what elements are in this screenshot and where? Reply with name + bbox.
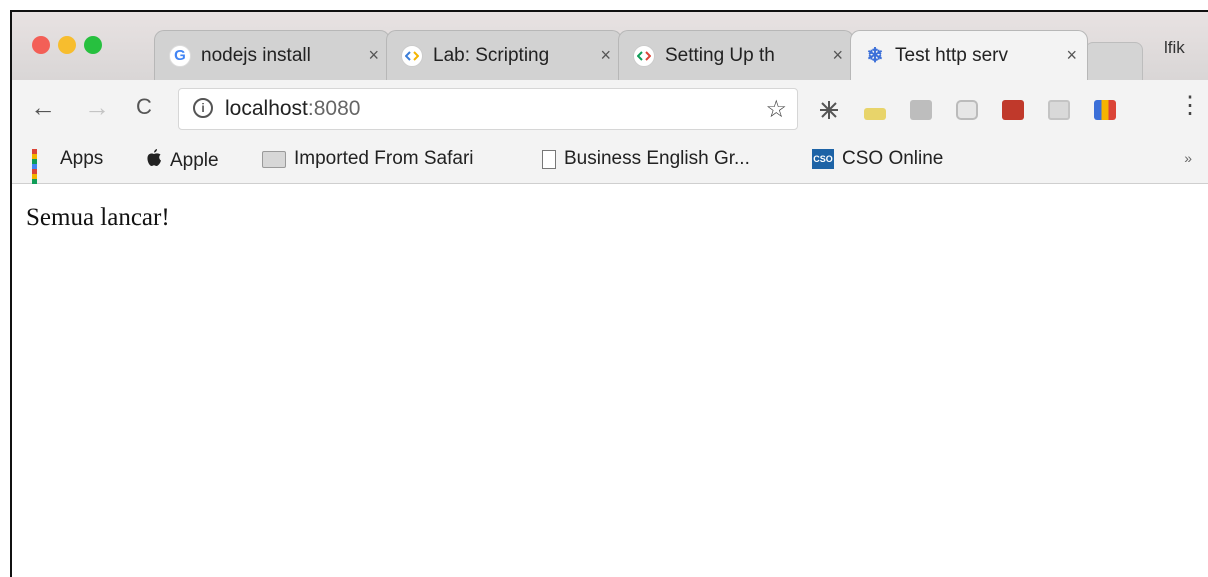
extension-evernote-icon[interactable] — [910, 100, 932, 120]
snowflake-icon: ❄ — [866, 45, 884, 67]
tab-title: Setting Up th — [665, 44, 775, 66]
bookmark-apple[interactable]: Apple — [146, 148, 219, 173]
bookmark-label: Imported From Safari — [294, 148, 474, 169]
apple-icon — [146, 148, 162, 173]
address-bar[interactable]: i localhost:8080 ☆ — [178, 88, 798, 130]
bookmark-business-english[interactable]: Business English Gr... — [542, 148, 750, 170]
maximize-window-button[interactable] — [84, 36, 102, 54]
reload-button[interactable]: C — [136, 92, 152, 122]
bookmark-label: Apps — [60, 148, 104, 169]
extension-tag-icon[interactable] — [864, 108, 886, 120]
extension-red-icon[interactable] — [1002, 100, 1024, 120]
extension-colorful-icon[interactable] — [1094, 100, 1116, 120]
tab-close-icon[interactable]: × — [1066, 45, 1077, 66]
forward-button[interactable]: → — [84, 92, 110, 122]
tab-nodejs-install[interactable]: G nodejs install × — [154, 30, 390, 80]
apps-grid-icon — [32, 149, 52, 194]
bookmark-imported-from-safari[interactable]: Imported From Safari — [262, 148, 474, 170]
folder-icon — [262, 150, 286, 168]
tab-close-icon[interactable]: × — [832, 45, 843, 66]
bookmark-apps[interactable]: Apps — [32, 148, 104, 194]
tab-close-icon[interactable]: × — [600, 45, 611, 66]
tab-title: Lab: Scripting — [433, 44, 550, 66]
browser-window: G nodejs install × Lab: Scripting × Sett… — [10, 10, 1208, 577]
cso-logo-icon: CSO — [812, 149, 834, 169]
code-icon — [401, 44, 423, 67]
page-content: Semua lancar! — [12, 184, 1208, 577]
tab-setting-up[interactable]: Setting Up th × — [618, 30, 854, 80]
tab-lab-scripting[interactable]: Lab: Scripting × — [386, 30, 622, 80]
info-icon[interactable]: i — [193, 98, 213, 118]
tab-title: Test http serv — [895, 44, 1008, 66]
tab-title: nodejs install — [201, 44, 311, 66]
minimize-window-button[interactable] — [58, 36, 76, 54]
bookmark-label: CSO Online — [842, 148, 944, 169]
extension-sparkle-icon[interactable] — [818, 100, 840, 120]
bookmark-cso-online[interactable]: CSO CSO Online — [812, 148, 943, 170]
bookmark-label: Apple — [170, 149, 219, 171]
code-icon — [633, 44, 655, 67]
profile-name[interactable]: lfik — [1164, 38, 1185, 58]
page-icon — [542, 149, 556, 169]
tab-test-http-server[interactable]: ❄ Test http serv × — [850, 30, 1088, 80]
google-g-icon: G — [169, 44, 191, 67]
menu-dots-icon[interactable]: ⋮ — [1178, 94, 1202, 118]
page-body-text: Semua lancar! — [26, 204, 170, 231]
new-tab-button[interactable] — [1085, 42, 1143, 81]
extension-cube-icon[interactable] — [956, 100, 978, 120]
close-window-button[interactable] — [32, 36, 50, 54]
bookmarks-overflow-icon[interactable]: » — [1184, 150, 1192, 166]
bookmark-label: Business English Gr... — [564, 148, 750, 169]
bookmark-star-icon[interactable]: ☆ — [765, 95, 787, 124]
extension-window-icon[interactable] — [1048, 100, 1070, 120]
toolbar: ← → C i localhost:8080 ☆ ⋮ — [12, 80, 1208, 138]
bookmarks-bar: Apps Apple Imported From Safari Business… — [12, 138, 1208, 194]
url-text[interactable]: localhost:8080 — [225, 97, 360, 121]
tab-strip: G nodejs install × Lab: Scripting × Sett… — [12, 12, 1208, 81]
tab-close-icon[interactable]: × — [368, 45, 379, 66]
back-button[interactable]: ← — [30, 92, 56, 122]
